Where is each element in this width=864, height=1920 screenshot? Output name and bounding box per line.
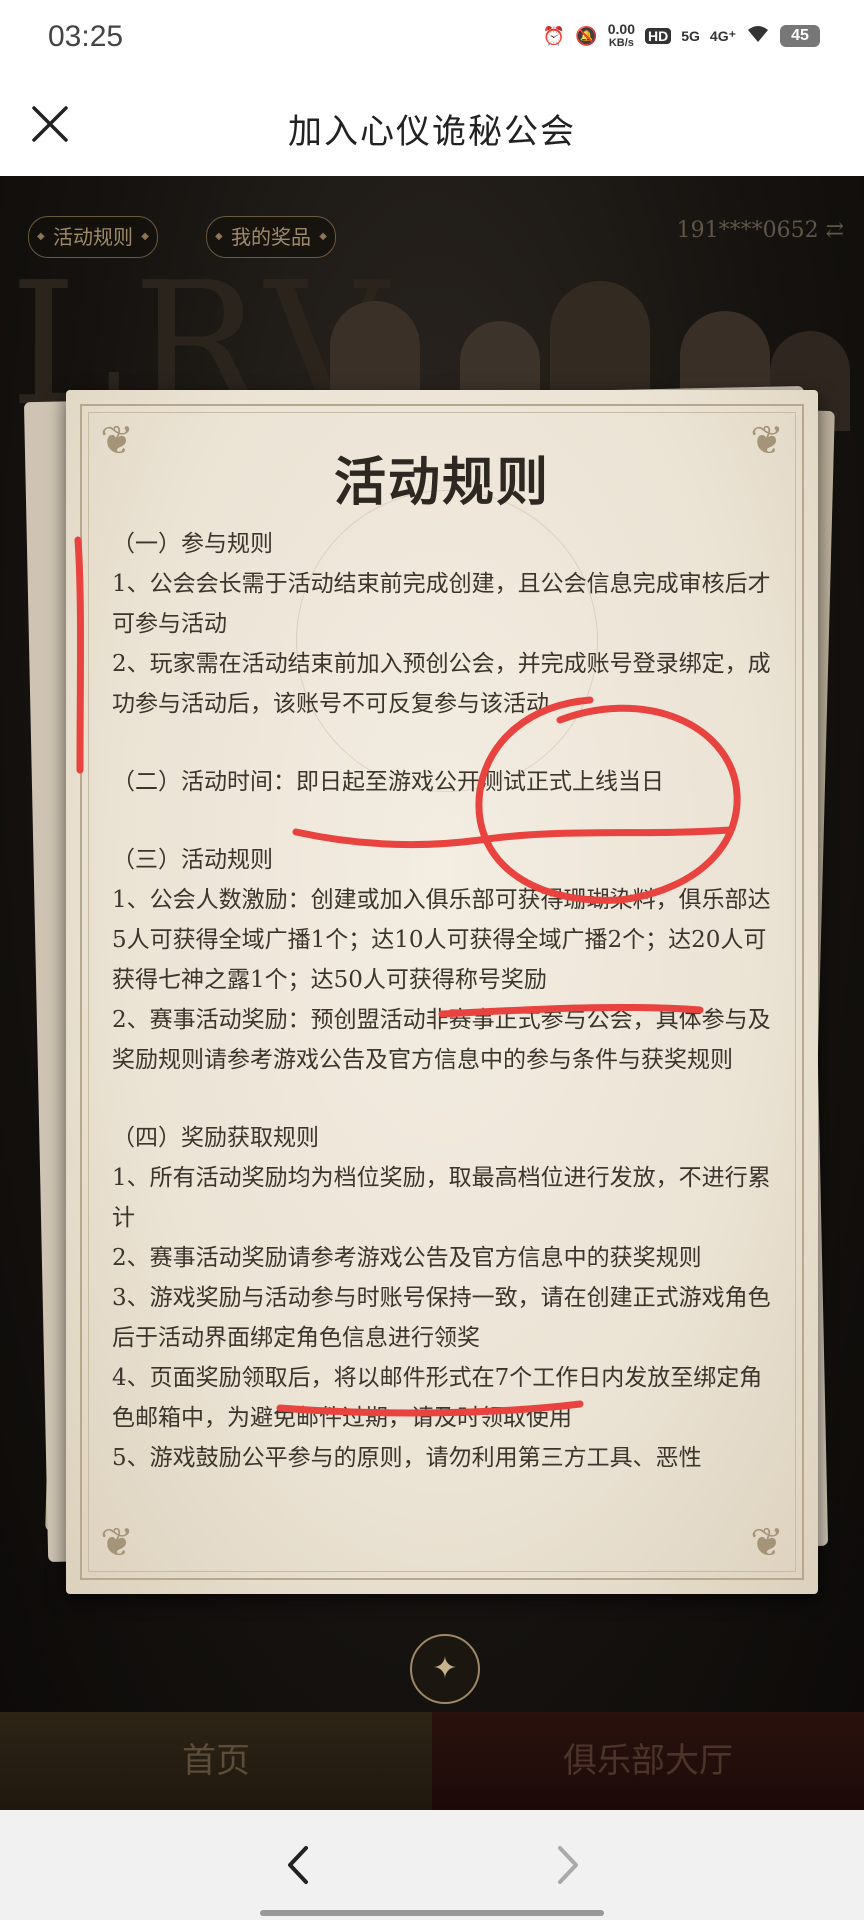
- compass-icon: ✦: [432, 1651, 458, 1686]
- signal-5g: 5G: [681, 28, 700, 44]
- rule-line: 4、页面奖励领取后，将以邮件形式在7个工作日内发放至绑定角色邮箱中，为避免邮件过…: [112, 1365, 763, 1431]
- wifi-icon: [746, 24, 770, 49]
- rule-line: 3、游戏奖励与活动参与时账号保持一致，请在创建正式游戏角色后于活动界面绑定角色信…: [112, 1285, 771, 1351]
- home-button[interactable]: 首页: [0, 1712, 432, 1810]
- rules-dialog: ❦ ❦ ❦ ❦ 活动规则 （一）参与规则 1、公会会长需于活动结束前完成创建，且…: [66, 390, 818, 1594]
- rule-line: 1、公会会长需于活动结束前完成创建，且公会信息完成审核后才可参与活动: [112, 571, 771, 637]
- net-speed-value: 0.00: [607, 21, 635, 37]
- back-button[interactable]: [278, 1840, 318, 1890]
- section-heading: （四）奖励获取规则: [112, 1125, 319, 1151]
- rule-line: 1、所有活动奖励均为档位奖励，取最高档位进行发放，不进行累计: [112, 1165, 771, 1231]
- battery-icon: 45: [780, 25, 820, 47]
- tab-my-prizes[interactable]: 我的奖品: [206, 216, 336, 258]
- status-time: 03:25: [48, 20, 124, 53]
- chevron-right-icon: [558, 1846, 578, 1884]
- rule-line: 2、赛事活动奖励请参考游戏公告及官方信息中的获奖规则: [112, 1245, 702, 1271]
- signal-4g: 4G⁺: [709, 27, 736, 44]
- browser-nav-bar: [0, 1810, 864, 1920]
- app-header: 加入心仪诡秘公会: [0, 80, 864, 176]
- net-speed: 0.00 KB/s: [608, 22, 635, 50]
- net-speed-unit: KB/s: [608, 37, 634, 49]
- game-webview: LRV 活动规则 我的奖品 191****0652 ⇄ ❦ ❦ ❦ ❦ 活动规则…: [0, 176, 864, 1810]
- account-switch[interactable]: 191****0652 ⇄: [677, 218, 844, 243]
- chevron-left-icon: [288, 1846, 308, 1884]
- alarm-icon: ⏰: [542, 25, 566, 46]
- club-hall-button[interactable]: 俱乐部大厅: [432, 1712, 864, 1810]
- mute-icon: 🔕: [575, 25, 598, 46]
- section-heading: （二）活动时间：即日起至游戏公开测试正式上线当日: [112, 769, 664, 795]
- rule-line: 2、赛事活动奖励：预创盟活动非赛事正式参与公会，具体参与及奖励规则请参考游戏公告…: [112, 1007, 771, 1073]
- hd-icon: HD: [645, 28, 672, 44]
- gesture-handle[interactable]: [260, 1910, 604, 1916]
- forward-button[interactable]: [548, 1840, 588, 1890]
- page-title: 加入心仪诡秘公会: [288, 112, 576, 152]
- rules-text[interactable]: （一）参与规则 1、公会会长需于活动结束前完成创建，且公会信息完成审核后才可参与…: [112, 524, 782, 1554]
- status-icons: ⏰ 🔕 0.00 KB/s HD 5G 4G⁺ 45: [543, 22, 820, 50]
- rule-line: 1、公会人数激励：创建或加入俱乐部可获得珊瑚染料，俱乐部达5人可获得全域广播1个…: [112, 887, 771, 993]
- compass-button[interactable]: ✦: [410, 1634, 480, 1704]
- rule-line: 5、游戏鼓励公平参与的原则，请勿利用第三方工具、恶性: [112, 1445, 702, 1471]
- rule-line: 2、玩家需在活动结束前加入预创公会，并完成账号登录绑定，成功参与活动后，该账号不…: [112, 651, 771, 717]
- tab-activity-rules[interactable]: 活动规则: [28, 216, 158, 258]
- section-heading: （三）活动规则: [112, 847, 273, 873]
- rules-title: 活动规则: [333, 453, 550, 513]
- section-heading: （一）参与规则: [112, 531, 273, 557]
- status-bar: 03:25 ⏰ 🔕 0.00 KB/s HD 5G 4G⁺ 45: [0, 0, 864, 80]
